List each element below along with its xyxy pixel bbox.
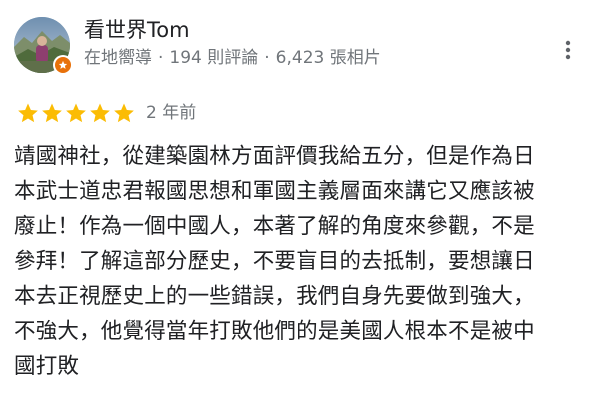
review-text-line: 廢止！作為一個中國人，本著了解的角度來參觀，不是 <box>14 214 535 239</box>
review-text-line: 參拜！了解這部分歷史，不要盲目的去抵制，要想讓日 <box>14 249 535 274</box>
review-text: 靖國神社，從建築園林方面評價我給五分，但是作為日 本武士道忠君報國思想和軍國主義層… <box>14 139 588 384</box>
more-vert-icon <box>565 40 571 60</box>
star-icon <box>114 103 134 123</box>
reviewer-meta: 在地嚮導 · 194 則評論 · 6,423 張相片 <box>84 44 381 72</box>
star-icon <box>42 103 62 123</box>
reviewer-name[interactable]: 看世界Tom <box>84 16 381 44</box>
reviewer-review-count: 194 則評論 <box>169 48 259 68</box>
badge-star-icon <box>55 57 71 73</box>
review-text-line: 本去正視歷史上的一些錯誤，我們自身先要做到強大， <box>14 284 535 309</box>
review-timestamp: 2 年前 <box>146 103 197 123</box>
meta-separator: · <box>264 48 270 68</box>
reviewer-role: 在地嚮導 <box>84 48 152 68</box>
meta-separator: · <box>158 48 164 68</box>
review-text-line: 靖國神社，從建築園林方面評價我給五分，但是作為日 <box>14 144 535 169</box>
reviewer-info: 看世界Tom 在地嚮導 · 194 則評論 · 6,423 張相片 <box>84 16 381 72</box>
rating-row: 2 年前 <box>16 101 196 125</box>
reviewer-photo-count: 6,423 張相片 <box>275 48 381 68</box>
review-text-line: 國打敗 <box>14 354 80 379</box>
review-card: 看世界Tom 在地嚮導 · 194 則評論 · 6,423 張相片 2 年前 靖… <box>0 0 596 406</box>
review-text-line: 不強大，他覺得當年打敗他們的是美國人根本不是被中 <box>14 319 535 344</box>
local-guide-badge-icon <box>53 55 73 75</box>
star-icon <box>66 103 86 123</box>
more-options-button[interactable] <box>558 36 578 64</box>
star-icon <box>18 103 38 123</box>
star-rating <box>16 101 136 125</box>
star-icon <box>90 103 110 123</box>
review-header: 看世界Tom 在地嚮導 · 194 則評論 · 6,423 張相片 <box>14 16 381 75</box>
review-text-line: 本武士道忠君報國思想和軍國主義層面來講它又應該被 <box>14 179 535 204</box>
reviewer-avatar[interactable] <box>14 17 73 75</box>
